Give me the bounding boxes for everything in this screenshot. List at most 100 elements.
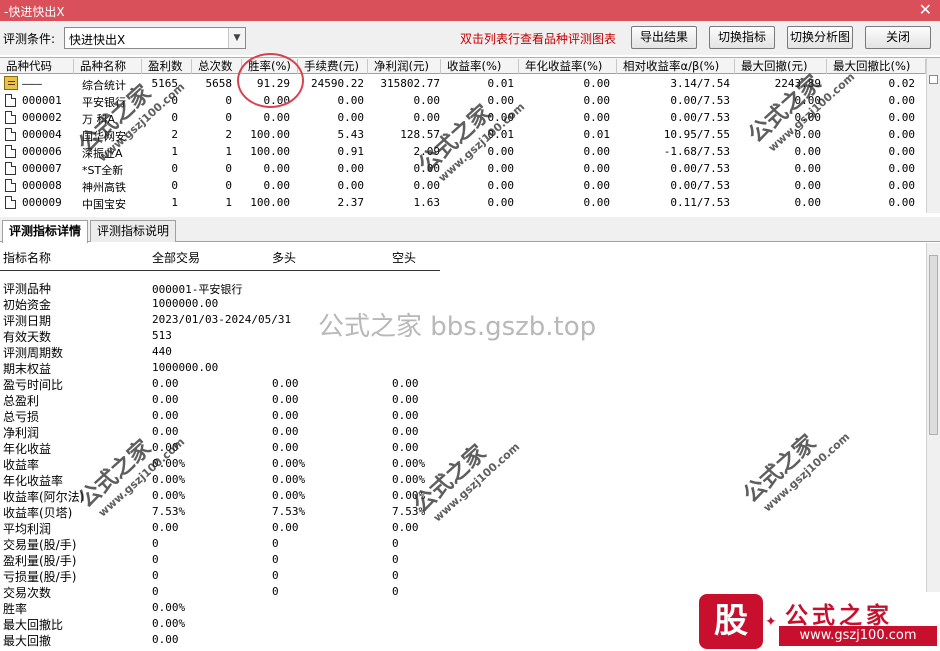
detail-row: 年化收益 0.00 0.00 0.00 [0, 440, 700, 456]
detail-row: 亏损量(股/手) 0 0 0 [0, 568, 700, 584]
detail-cell-label: 总盈利 [3, 394, 40, 408]
cell-fee: 24590.22 [311, 77, 364, 90]
switch-indicator-button[interactable]: 切换指标 [709, 26, 775, 49]
detail-panel: 指标名称 全部交易 多头 空头 评测品种 000001-平安银行 初始资金 10000… [0, 243, 940, 651]
detail-cell-all: 000001-平安银行 [152, 283, 243, 296]
detail-cell-all: 0.00 [152, 521, 179, 534]
tab-bar: 评测指标详情 评测指标说明 [0, 217, 940, 243]
close-window-icon[interactable]: ✕ [919, 0, 932, 20]
detail-cell-short: 7.53% [392, 505, 426, 518]
cell-relative: 0.11/7.53 [670, 196, 730, 209]
detail-cell-short: 0 [392, 537, 399, 550]
document-icon [5, 196, 16, 209]
condition-select[interactable]: 快进快出X ▼ [64, 27, 246, 49]
column-header-return[interactable]: 收益率(%) [441, 59, 519, 74]
column-header-fee[interactable]: 手续费(元) [298, 59, 368, 74]
detail-cell-all: 0.00% [152, 489, 186, 502]
cell-max-dd-ratio: 0.00 [888, 128, 916, 141]
window-title: -快进快出X [4, 5, 65, 19]
condition-label: 评测条件: [3, 32, 56, 46]
detail-cell-label: 平均利润 [3, 522, 52, 536]
detail-scroll-thumb[interactable] [929, 255, 938, 435]
cell-net: 128.57 [400, 128, 440, 141]
cell-max-dd: 0.00 [794, 196, 822, 209]
detail-cell-label: 年化收益 [3, 442, 52, 456]
cell-relative: 0.00/7.53 [670, 179, 730, 192]
column-header-max-drawdown-ratio[interactable]: 最大回撤比(%) [827, 59, 926, 74]
detail-cell-all: 0 [152, 569, 159, 582]
cell-relative: 3.14/7.54 [670, 77, 730, 90]
column-header-wins[interactable]: 盈利数 [142, 59, 192, 74]
detail-cell-long: 0.00% [272, 457, 306, 470]
detail-row: 收益率(贝塔) 7.53% 7.53% 7.53% [0, 504, 700, 520]
table-row[interactable]: 000007 *ST全新 0 0 0.00 0.00 0.00 0.00 0.00 0.00/7.… [0, 160, 926, 177]
cell-name: 中国宝安 [82, 198, 126, 211]
cell-name: 平安银行 [82, 96, 126, 109]
cell-net: 0.00 [413, 179, 441, 192]
close-button[interactable]: 关闭 [865, 26, 931, 49]
cell-max-dd: 0.00 [794, 145, 822, 158]
cell-wins: 0 [171, 94, 178, 107]
cell-fee: 0.00 [337, 111, 365, 124]
vertical-scrollbar[interactable] [926, 58, 940, 213]
cell-ret: 0.00 [487, 94, 515, 107]
column-header-code[interactable]: 品种代码 [0, 59, 74, 74]
column-header-max-drawdown[interactable]: 最大回撤(元) [735, 59, 827, 74]
detail-cell-long: 0.00% [272, 489, 306, 502]
cell-ret: 0.00 [487, 196, 515, 209]
detail-cell-label: 盈利量(股/手) [3, 554, 77, 568]
cell-win-rate: 0.00 [263, 111, 291, 124]
detail-row: 最大回撤比 0.00% [0, 616, 700, 632]
table-row[interactable]: 000008 神州高铁 0 0 0.00 0.00 0.00 0.00 0.00 0.00/7.5… [0, 177, 926, 194]
table-row[interactable]: 000001 平安银行 0 0 0.00 0.00 0.00 0.00 0.00 0.00/7.5… [0, 92, 926, 109]
export-button[interactable]: 导出结果 [631, 26, 697, 49]
column-header-name[interactable]: 品种名称 [74, 59, 142, 74]
logo-url: www.gszj100.com [779, 626, 937, 646]
cell-ret: 0.00 [487, 111, 515, 124]
detail-row: 胜率 0.00% [0, 600, 700, 616]
cell-fee: 2.37 [337, 196, 365, 209]
cell-total: 5658 [205, 77, 233, 90]
column-header-annual-return[interactable]: 年化收益率(%) [519, 59, 617, 74]
column-header-win-rate[interactable]: 胜率(%) [242, 59, 298, 74]
detail-cell-short: 0.00% [392, 457, 426, 470]
detail-cell-short: 0.00 [392, 377, 419, 390]
chevron-down-icon[interactable]: ▼ [228, 28, 245, 48]
cell-code: 000009 [22, 196, 62, 209]
table-row[interactable]: 000002 万 科A 0 0 0.00 0.00 0.00 0.00 0.00 0.00/7.5… [0, 109, 926, 126]
column-header-total[interactable]: 总次数 [192, 59, 242, 74]
table-row[interactable]: 000006 深振业A 1 1 100.00 0.91 2.09 0.00 0.00 -1.68/… [0, 143, 926, 160]
detail-cell-label: 最大回撤比 [3, 618, 64, 632]
cell-name: 综合统计 [82, 79, 126, 92]
cell-ret: 0.00 [487, 179, 515, 192]
cell-total: 0 [225, 162, 232, 175]
detail-header-long: 多头 [272, 251, 297, 265]
detail-cell-all: 0 [152, 553, 159, 566]
cell-fee: 0.00 [337, 179, 365, 192]
detail-cell-label: 收益率(阿尔法) [3, 490, 85, 504]
detail-scrollbar[interactable] [926, 243, 940, 651]
detail-row: 盈亏时间比 0.00 0.00 0.00 [0, 376, 700, 392]
table-row[interactable]: 000004 国华网安 2 2 100.00 5.43 128.57 0.01 0.01 10.9… [0, 126, 926, 143]
detail-row: 总亏损 0.00 0.00 0.00 [0, 408, 700, 424]
column-header-net-profit[interactable]: 净利润(元) [368, 59, 441, 74]
table-row[interactable]: ——— 综合统计 5165 5658 91.29 24590.22 315802.77 0.0… [0, 75, 926, 92]
switch-chart-button[interactable]: 切换分析图 [787, 26, 853, 49]
document-icon [5, 128, 16, 141]
table-row[interactable]: 000009 中国宝安 1 1 100.00 2.37 1.63 0.00 0.00 0.11/7… [0, 194, 926, 211]
cell-annual: 0.00 [583, 111, 611, 124]
detail-cell-short: 0 [392, 585, 399, 598]
cell-code: 000002 [22, 111, 62, 124]
detail-cell-all: 0 [152, 537, 159, 550]
detail-cell-all: 440 [152, 345, 172, 358]
detail-cell-label: 交易量(股/手) [3, 538, 77, 552]
cell-fee: 0.91 [337, 145, 365, 158]
cell-code: ——— [22, 77, 42, 90]
column-header-relative-return[interactable]: 相对收益率α/β(%) [617, 59, 735, 74]
tab-indicator-description[interactable]: 评测指标说明 [90, 220, 177, 242]
cell-max-dd-ratio: 0.00 [888, 179, 916, 192]
tab-indicator-details[interactable]: 评测指标详情 [2, 220, 89, 243]
scroll-thumb[interactable] [929, 75, 938, 84]
detail-row: 交易量(股/手) 0 0 0 [0, 536, 700, 552]
detail-cell-all: 0.00 [152, 441, 179, 454]
